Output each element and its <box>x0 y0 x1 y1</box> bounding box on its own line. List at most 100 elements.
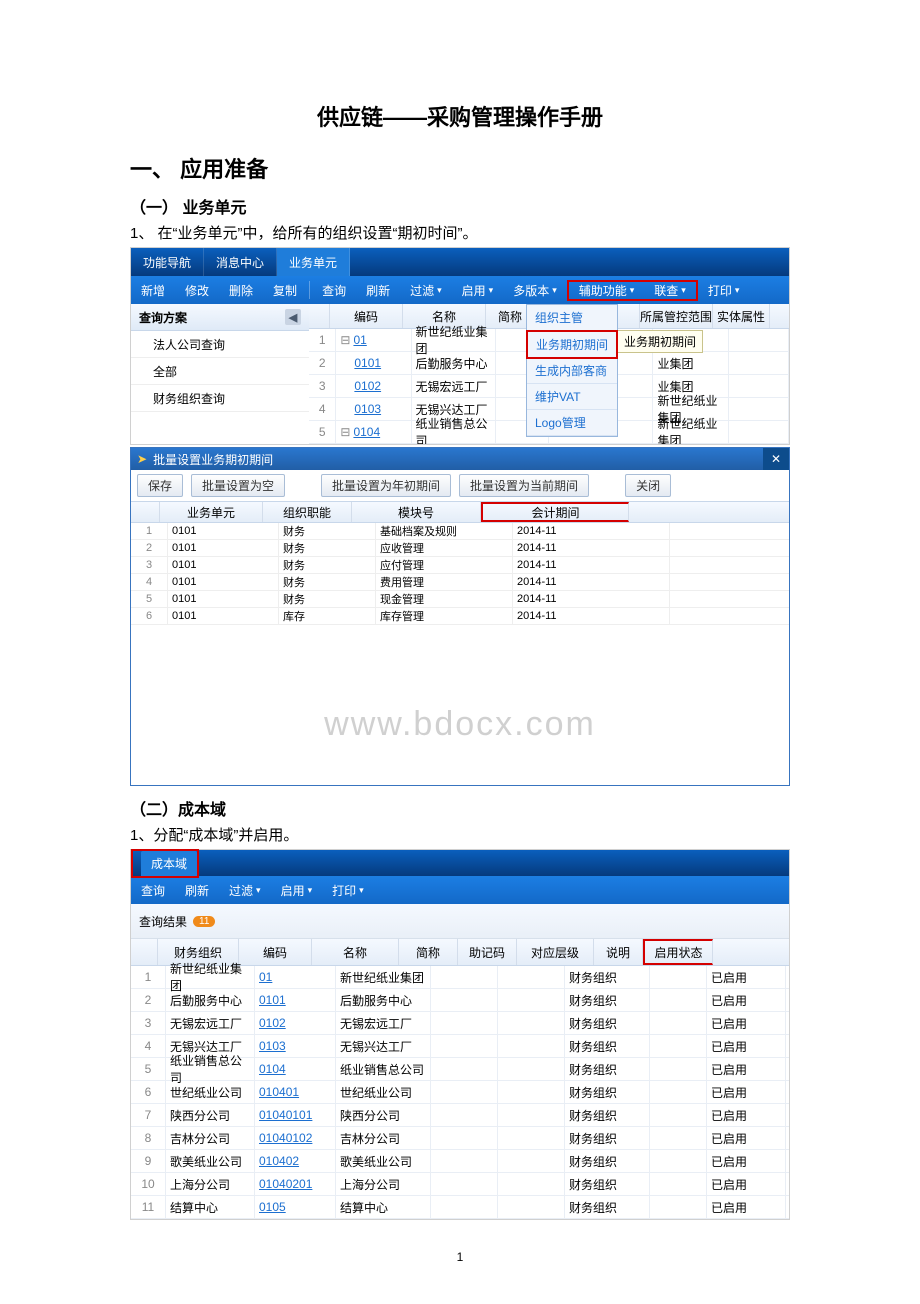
new-button[interactable]: 新增 <box>131 276 175 304</box>
cell-period: 2014-11 <box>513 557 670 573</box>
cell-code: 0105 <box>255 1196 336 1218</box>
rownum: 8 <box>131 1127 166 1149</box>
refresh-button[interactable]: 刷新 <box>356 276 400 304</box>
copy-button[interactable]: 复制 <box>263 276 307 304</box>
sidebar-item-legal[interactable]: 法人公司查询 <box>131 331 309 358</box>
tab-nav[interactable]: 功能导航 <box>131 248 204 276</box>
code-link[interactable]: 0102 <box>259 1016 286 1030</box>
expand-icon[interactable]: ⊟ <box>340 333 350 347</box>
save-button[interactable]: 保存 <box>137 474 183 497</box>
cell-code: 0101 <box>336 352 411 374</box>
code-link[interactable]: 010401 <box>259 1085 299 1099</box>
code-link[interactable]: 0101 <box>354 356 381 370</box>
cell-code: ⊟01 <box>336 329 411 351</box>
filter-button[interactable]: 过滤▾ <box>219 876 271 904</box>
sidebar-item-all[interactable]: 全部 <box>131 358 309 385</box>
rownum: 2 <box>131 989 166 1011</box>
cell-mnemonic <box>498 1012 565 1034</box>
menu-org-supervisor[interactable]: 组织主管 <box>527 305 617 331</box>
code-link[interactable]: 0102 <box>354 379 381 393</box>
doc-title: 供应链——采购管理操作手册 <box>130 100 790 132</box>
enable-button[interactable]: 启用▾ <box>452 276 504 304</box>
sidebar-title: 查询方案 <box>139 309 187 326</box>
section-1-1-heading: （一） 业务单元 <box>130 194 790 218</box>
rownum: 9 <box>131 1150 166 1172</box>
collapse-icon[interactable]: ◀ <box>285 309 301 325</box>
cell-code: 0102 <box>255 1012 336 1034</box>
delete-button[interactable]: 删除 <box>219 276 263 304</box>
code-link[interactable]: 0103 <box>259 1039 286 1053</box>
set-current-button[interactable]: 批量设置为当前期间 <box>459 474 589 497</box>
aux-button[interactable]: 辅助功能▾ <box>569 282 645 299</box>
table-row: 10上海分公司01040201上海分公司财务组织已启用 <box>131 1173 789 1196</box>
refresh-button[interactable]: 刷新 <box>175 876 219 904</box>
enable-button[interactable]: 启用▾ <box>271 876 323 904</box>
cell-status: 已启用 <box>707 1196 786 1218</box>
code-link[interactable]: 01040201 <box>259 1177 312 1191</box>
print-button[interactable]: 打印▾ <box>322 876 374 904</box>
tab-business-unit[interactable]: 业务单元 <box>277 248 350 276</box>
filter-button[interactable]: 过滤▾ <box>400 276 452 304</box>
rownum: 6 <box>131 1081 166 1103</box>
query-button[interactable]: 查询 <box>131 876 175 904</box>
cell-name: 纸业销售总公司 <box>336 1058 431 1080</box>
set-yearstart-button[interactable]: 批量设置为年初期间 <box>321 474 451 497</box>
cell-module: 库存管理 <box>376 608 513 624</box>
tab-cost-domain[interactable]: 成本域 <box>141 851 197 876</box>
code-link[interactable]: 01040102 <box>259 1131 312 1145</box>
code-link[interactable]: 0104 <box>353 425 380 439</box>
cell-status: 已启用 <box>707 1012 786 1034</box>
cell-module: 现金管理 <box>376 591 513 607</box>
menu-logo[interactable]: Logo管理 <box>527 410 617 436</box>
cell-unit: 0101 <box>168 540 279 556</box>
cell-entity <box>729 329 789 351</box>
screenshot-business-unit: 功能导航 消息中心 业务单元 新增 修改 删除 复制 查询 刷新 过滤▾ 启用▾… <box>130 247 790 445</box>
col-name: 名称 <box>312 939 399 965</box>
rownum: 4 <box>131 574 168 590</box>
multiversion-button[interactable]: 多版本▾ <box>503 276 567 304</box>
watermark: www.bdocx.com <box>131 705 789 744</box>
menu-gen-internal[interactable]: 生成内部客商 <box>527 358 617 384</box>
expand-icon[interactable]: ⊟ <box>340 425 350 439</box>
set-empty-button[interactable]: 批量设置为空 <box>191 474 285 497</box>
cell-desc <box>650 1035 707 1057</box>
dropdown-icon: ▾ <box>489 285 494 296</box>
table-row: 10101财务基础档案及规则2014-11 <box>131 523 789 540</box>
code-link[interactable]: 0104 <box>259 1062 286 1076</box>
cell-level: 财务组织 <box>565 966 650 988</box>
menu-vat[interactable]: 维护VAT <box>527 384 617 410</box>
rownum: 10 <box>131 1173 166 1195</box>
cell-role: 财务 <box>279 591 376 607</box>
close-button[interactable]: 关闭 <box>625 474 671 497</box>
cell-code: 010401 <box>255 1081 336 1103</box>
code-link[interactable]: 01040101 <box>259 1108 312 1122</box>
print-button[interactable]: 打印▾ <box>698 276 750 304</box>
cell-entity <box>729 352 789 374</box>
highlight-tab-costdomain: 成本域 <box>131 849 199 878</box>
sidebar-item-finorg[interactable]: 财务组织查询 <box>131 385 309 412</box>
cell-status: 已启用 <box>707 989 786 1011</box>
code-link[interactable]: 01 <box>353 333 366 347</box>
menu-period-init[interactable]: 业务期初期间 <box>526 330 618 359</box>
code-link[interactable]: 0105 <box>259 1200 286 1214</box>
cell-finorg: 结算中心 <box>166 1196 255 1218</box>
cell-unit: 0101 <box>168 557 279 573</box>
cell-mnemonic <box>498 1058 565 1080</box>
cell-code: 01 <box>255 966 336 988</box>
cell-desc <box>650 1196 707 1218</box>
edit-button[interactable]: 修改 <box>175 276 219 304</box>
code-link[interactable]: 01 <box>259 970 272 984</box>
query-button[interactable]: 查询 <box>312 276 356 304</box>
col-rownum <box>131 939 158 965</box>
section-1-heading: 一、 应用准备 <box>130 152 790 184</box>
result-count-badge: 11 <box>193 916 215 927</box>
cell-short <box>431 1196 498 1218</box>
close-icon[interactable]: ✕ <box>763 448 789 470</box>
cell-scope: 新世纪纸业集团 <box>653 421 728 443</box>
col-status: 启用状态 <box>643 939 713 965</box>
tab-msgcenter[interactable]: 消息中心 <box>204 248 277 276</box>
code-link[interactable]: 010402 <box>259 1154 299 1168</box>
linkquery-button[interactable]: 联查▾ <box>644 282 696 299</box>
code-link[interactable]: 0101 <box>259 993 286 1007</box>
code-link[interactable]: 0103 <box>354 402 381 416</box>
